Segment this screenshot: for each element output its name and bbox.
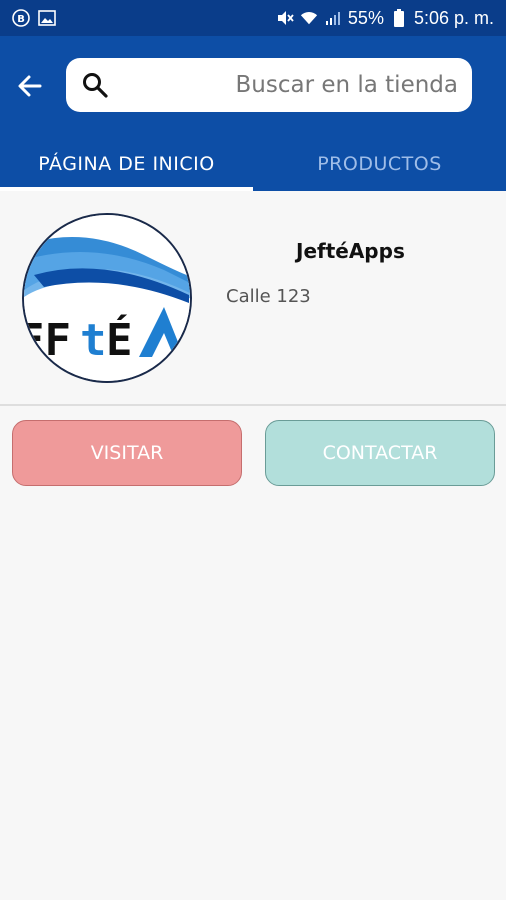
search-icon bbox=[83, 73, 108, 98]
search-input[interactable] bbox=[126, 58, 458, 112]
clock: 5:06 p. m. bbox=[413, 7, 494, 28]
tab-bar: PÁGINA DE INICIO PRODUCTOS bbox=[0, 136, 506, 191]
svg-text:B: B bbox=[17, 14, 25, 25]
image-icon bbox=[38, 9, 56, 27]
status-left: B bbox=[12, 9, 56, 27]
store-header: EF t É JeftéApps Calle 123 bbox=[0, 191, 506, 406]
tab-products[interactable]: PRODUCTOS bbox=[253, 136, 506, 191]
store-logo: EF t É bbox=[22, 213, 192, 383]
tab-products-label: PRODUCTOS bbox=[317, 152, 442, 175]
status-right: 55% 5:06 p. m. bbox=[276, 8, 494, 29]
back-button[interactable] bbox=[12, 68, 48, 104]
signal-icon bbox=[324, 9, 342, 27]
store-address: Calle 123 bbox=[226, 286, 311, 307]
contact-button[interactable]: CONTACTAR bbox=[265, 420, 495, 486]
store-name: JeftéApps bbox=[296, 239, 405, 263]
logo-letter-t: t bbox=[80, 315, 107, 366]
tab-home-label: PÁGINA DE INICIO bbox=[38, 152, 215, 175]
b-icon: B bbox=[12, 9, 30, 27]
search-bar[interactable] bbox=[66, 58, 472, 112]
battery-icon bbox=[390, 9, 408, 27]
status-bar: B 55% 5:06 p. m. bbox=[0, 0, 506, 36]
logo-letter-e: É bbox=[106, 313, 133, 366]
logo-letters-black: EF bbox=[24, 315, 71, 366]
tab-home[interactable]: PÁGINA DE INICIO bbox=[0, 136, 253, 191]
battery-percent: 55% bbox=[347, 7, 384, 28]
mute-icon bbox=[276, 9, 294, 27]
arrow-left-icon bbox=[18, 75, 42, 97]
wifi-icon bbox=[300, 9, 318, 27]
visit-button[interactable]: VISITAR bbox=[12, 420, 242, 486]
app-bar: PÁGINA DE INICIO PRODUCTOS bbox=[0, 36, 506, 191]
